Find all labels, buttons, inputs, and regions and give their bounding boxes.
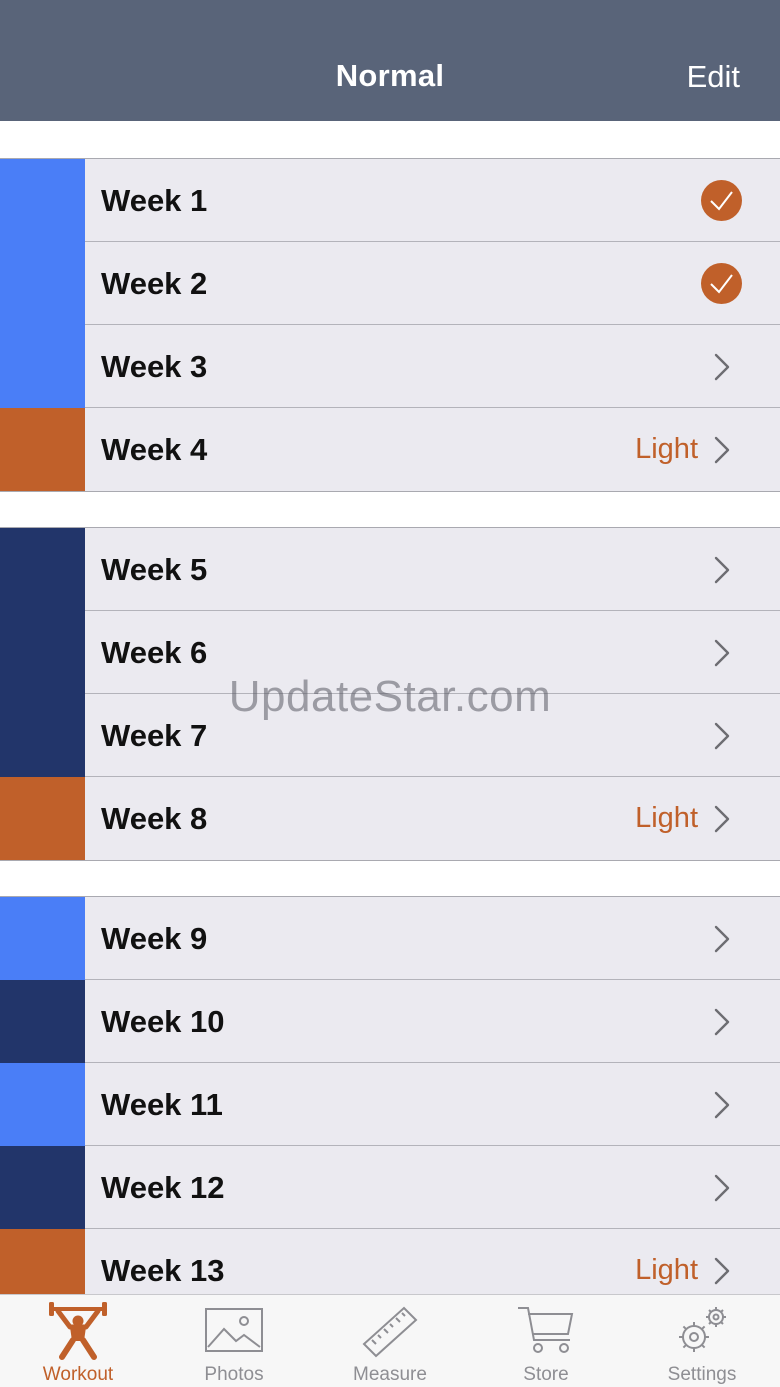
edit-button[interactable]: Edit — [687, 59, 740, 95]
chevron-right-icon — [713, 638, 731, 668]
chevron-right-icon — [713, 1007, 731, 1037]
week-label: Week 10 — [101, 1004, 225, 1039]
week-color-swatch — [0, 611, 85, 694]
chevron-right-icon — [713, 721, 731, 751]
week-row[interactable]: Week 3 — [0, 325, 780, 408]
tab-label: Photos — [204, 1364, 264, 1385]
week-group-3: Week 9 Week 10 Week 11 Week 12 Week 13 Light — [0, 896, 780, 1294]
week-color-swatch — [0, 408, 85, 491]
chevron-right-icon — [713, 1090, 731, 1120]
week-label: Week 13 — [101, 1253, 225, 1288]
week-intensity-label: Light — [635, 1254, 698, 1286]
week-group-1: Week 1 Week 2 Week 3 Week 4 Light — [0, 158, 780, 492]
chevron-right-icon — [713, 1256, 731, 1286]
weightlifter-icon — [49, 1302, 107, 1360]
week-group-2: Week 5 Week 6 Week 7 Week 8 Light — [0, 527, 780, 861]
week-label: Week 7 — [101, 718, 208, 753]
chevron-right-icon — [713, 804, 731, 834]
week-intensity-label: Light — [635, 433, 698, 465]
tab-measure[interactable]: Measure — [312, 1295, 468, 1387]
week-color-swatch — [0, 325, 85, 408]
week-label: Week 8 — [101, 801, 208, 836]
week-row[interactable]: Week 11 — [0, 1063, 780, 1146]
week-label: Week 4 — [101, 432, 208, 467]
week-color-swatch — [0, 777, 85, 860]
photo-icon — [205, 1308, 263, 1352]
week-color-swatch — [0, 242, 85, 325]
tab-label: Settings — [667, 1364, 737, 1385]
week-label: Week 12 — [101, 1170, 225, 1205]
week-row[interactable]: Week 10 — [0, 980, 780, 1063]
week-label: Week 2 — [101, 266, 208, 301]
page-title: Normal — [335, 58, 445, 93]
chevron-right-icon — [713, 435, 731, 465]
tab-label: Workout — [42, 1364, 114, 1385]
week-row[interactable]: Week 7 — [0, 694, 780, 777]
week-color-swatch — [0, 897, 85, 980]
week-color-swatch — [0, 528, 85, 611]
week-row[interactable]: Week 5 — [0, 528, 780, 611]
week-label: Week 5 — [101, 552, 208, 587]
tab-label: Store — [523, 1364, 569, 1385]
week-row[interactable]: Week 9 — [0, 897, 780, 980]
week-intensity-label: Light — [635, 802, 698, 834]
ruler-icon — [362, 1306, 418, 1358]
week-row[interactable]: Week 12 — [0, 1146, 780, 1229]
week-label: Week 3 — [101, 349, 208, 384]
week-row[interactable]: Week 8 Light — [0, 777, 780, 860]
week-color-swatch — [0, 1146, 85, 1229]
tab-store[interactable]: Store — [468, 1295, 624, 1387]
navigation-bar: Normal Edit — [0, 0, 780, 121]
week-color-swatch — [0, 159, 85, 242]
week-row[interactable]: Week 1 — [0, 159, 780, 242]
week-row[interactable]: Week 2 — [0, 242, 780, 325]
chevron-right-icon — [713, 924, 731, 954]
week-label: Week 1 — [101, 183, 208, 218]
week-color-swatch — [0, 1229, 85, 1294]
week-color-swatch — [0, 694, 85, 777]
tab-settings[interactable]: Settings — [624, 1295, 780, 1387]
cart-icon — [518, 1307, 574, 1353]
checkmark-icon — [701, 263, 742, 304]
week-color-swatch — [0, 1063, 85, 1146]
week-label: Week 9 — [101, 921, 208, 956]
tab-label: Measure — [353, 1364, 427, 1385]
week-row[interactable]: Week 13 Light — [0, 1229, 780, 1294]
week-row[interactable]: Week 4 Light — [0, 408, 780, 491]
week-color-swatch — [0, 980, 85, 1063]
tab-workout[interactable]: Workout — [0, 1295, 156, 1387]
tab-bar: Workout Photos Measure Store Settings — [0, 1294, 780, 1387]
week-label: Week 6 — [101, 635, 208, 670]
week-row[interactable]: Week 6 — [0, 611, 780, 694]
chevron-right-icon — [713, 555, 731, 585]
gears-icon — [679, 1307, 726, 1352]
chevron-right-icon — [713, 352, 731, 382]
week-list: Week 1 Week 2 Week 3 Week 4 Light Week 5 Week… — [0, 121, 780, 1294]
tab-photos[interactable]: Photos — [156, 1295, 312, 1387]
chevron-right-icon — [713, 1173, 731, 1203]
checkmark-icon — [701, 180, 742, 221]
week-label: Week 11 — [101, 1087, 223, 1122]
